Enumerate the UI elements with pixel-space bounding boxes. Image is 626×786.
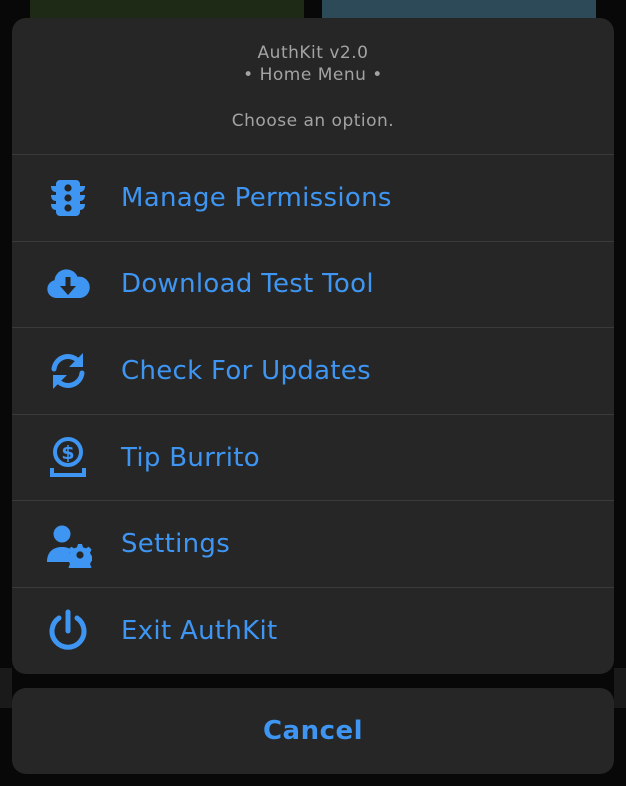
background-dock-edge bbox=[0, 668, 12, 708]
refresh-icon bbox=[44, 347, 92, 395]
svg-text:$: $ bbox=[61, 442, 74, 464]
dollar-tip-icon: $ bbox=[44, 434, 92, 482]
cancel-button[interactable]: Cancel bbox=[12, 688, 614, 774]
menu-item-exit-authkit[interactable]: Exit AuthKit bbox=[12, 588, 614, 674]
menu-item-download-test-tool[interactable]: Download Test Tool bbox=[12, 242, 614, 329]
menu-item-label: Settings bbox=[121, 529, 231, 560]
power-icon bbox=[44, 607, 92, 655]
menu-item-label: Exit AuthKit bbox=[121, 616, 278, 647]
action-sheet: AuthKit v2.0 • Home Menu • Choose an opt… bbox=[12, 18, 614, 674]
menu-item-manage-permissions[interactable]: Manage Permissions bbox=[12, 155, 614, 242]
menu-item-tip-burrito[interactable]: $ Tip Burrito bbox=[12, 415, 614, 502]
sheet-subtitle: • Home Menu • bbox=[243, 65, 383, 85]
traffic-light-icon bbox=[44, 174, 92, 222]
menu-item-settings[interactable]: Settings bbox=[12, 501, 614, 588]
action-sheet-header: AuthKit v2.0 • Home Menu • Choose an opt… bbox=[12, 18, 614, 155]
background-dock-edge bbox=[614, 668, 626, 708]
background-app-tile bbox=[30, 0, 304, 20]
menu-item-label: Download Test Tool bbox=[121, 269, 374, 300]
cloud-download-icon bbox=[44, 260, 92, 308]
menu-item-label: Manage Permissions bbox=[121, 182, 392, 213]
user-gear-icon bbox=[44, 520, 92, 569]
background-app-tile bbox=[322, 0, 596, 20]
menu-item-check-for-updates[interactable]: Check For Updates bbox=[12, 328, 614, 415]
cancel-button-label: Cancel bbox=[262, 716, 364, 746]
menu-item-label: Check For Updates bbox=[121, 355, 371, 386]
sheet-title: AuthKit v2.0 bbox=[257, 43, 369, 63]
menu-item-label: Tip Burrito bbox=[121, 442, 260, 473]
sheet-message: Choose an option. bbox=[231, 111, 395, 131]
